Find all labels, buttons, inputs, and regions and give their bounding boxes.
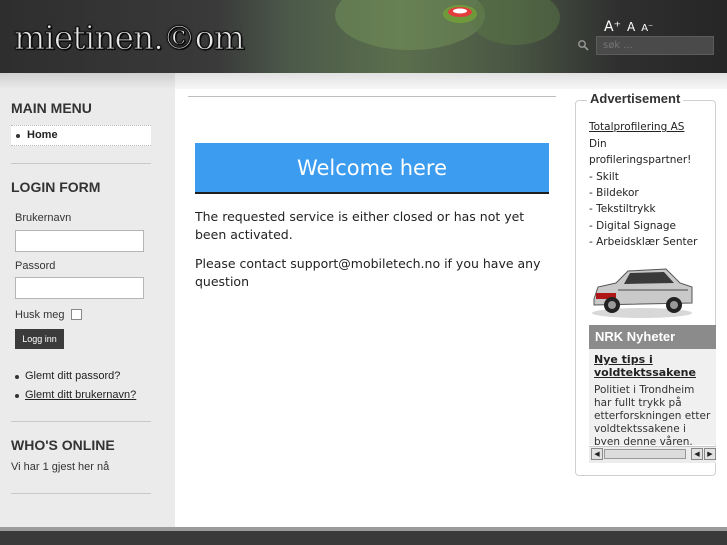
ad-link[interactable]: Totalprofilering AS: [589, 121, 684, 133]
ad-line: profileringspartner!: [589, 154, 692, 166]
car-image[interactable]: [588, 263, 696, 321]
font-decrease-button[interactable]: A⁻: [641, 23, 653, 34]
bullet-icon: [15, 375, 19, 379]
scroll-right-icon[interactable]: ▶: [704, 448, 716, 460]
search-icon: [578, 40, 589, 51]
username-field[interactable]: [15, 230, 144, 252]
service-message: The requested service is either closed o…: [195, 209, 525, 242]
site-logo[interactable]: mietinen.©om: [14, 18, 246, 58]
left-sidebar: MAIN MENU Home LOGIN FORM Brukernavn Pas…: [0, 73, 175, 527]
ad-line: - Skilt: [589, 171, 619, 183]
site-footer: [0, 527, 727, 545]
contact-message: Please contact support@mobiletech.no if …: [195, 256, 541, 289]
menu-item-label: Home: [27, 129, 58, 141]
bullet-icon: [16, 134, 20, 138]
forgot-username-link[interactable]: Glemt ditt brukernavn?: [25, 389, 136, 401]
font-size-controls: A⁺ A A⁻: [604, 16, 659, 35]
scroll-left-icon[interactable]: ◀: [691, 448, 703, 460]
site-header: mietinen.©om A⁺ A A⁻: [0, 0, 727, 73]
whos-online-title: WHO'S ONLINE: [11, 437, 115, 453]
bullet-icon: [15, 394, 19, 398]
frog-image: [443, 5, 477, 23]
password-field[interactable]: [15, 277, 144, 299]
content-divider: [188, 96, 556, 97]
scroll-left-icon[interactable]: ◀: [591, 448, 603, 460]
ad-line: - Arbeidsklær Senter: [589, 236, 698, 248]
divider: [11, 493, 151, 494]
ad-line: - Tekstiltrykk: [589, 203, 656, 215]
scroll-thumb[interactable]: [604, 449, 686, 459]
horizontal-scrollbar[interactable]: ◀ ◀ ▶: [589, 446, 716, 463]
ad-line: - Bildekor: [589, 187, 639, 199]
divider: [11, 421, 151, 422]
ad-line: - Digital Signage: [589, 220, 676, 232]
nrk-news-title: NRK Nyheter: [589, 325, 716, 349]
nrk-news-body: Nye tips i voldtektssakene Politiet i Tr…: [589, 349, 716, 445]
nrk-news-text: Politiet i Trondheim har fullt trykk på …: [594, 384, 711, 445]
nrk-headline-link[interactable]: Nye tips i voldtektssakene: [594, 353, 712, 379]
password-label: Passord: [15, 260, 56, 272]
menu-item-home[interactable]: Home: [11, 125, 151, 146]
sidebar-shade: [0, 73, 175, 89]
welcome-banner: Welcome here: [195, 143, 549, 194]
search-input[interactable]: [596, 36, 714, 55]
advertisement-title: Advertisement: [587, 91, 684, 106]
divider: [11, 163, 151, 164]
login-button[interactable]: Logg inn: [15, 329, 64, 349]
font-reset-button[interactable]: A: [627, 20, 635, 34]
font-increase-button[interactable]: A⁺: [604, 19, 621, 35]
login-form-title: LOGIN FORM: [11, 179, 101, 195]
remember-checkbox[interactable]: [71, 309, 82, 320]
ad-line: Din: [589, 138, 607, 150]
remember-label: Husk meg: [15, 309, 65, 321]
main-menu-title: MAIN MENU: [11, 100, 92, 116]
header-leaf-decoration: [470, 0, 560, 45]
whos-online-text: Vi har 1 gjest her nå: [11, 461, 110, 473]
username-label: Brukernavn: [15, 212, 72, 224]
forgot-password-link[interactable]: Glemt ditt passord?: [25, 370, 120, 382]
